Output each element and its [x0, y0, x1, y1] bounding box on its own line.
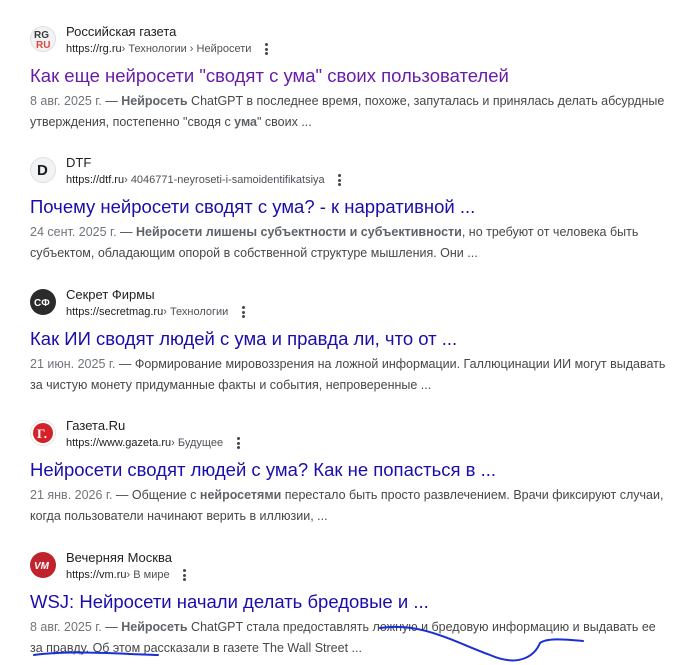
result-date: 8 авг. 2025 г.	[30, 620, 102, 634]
result-url: https://rg.ru › Технологии › Нейросети	[66, 43, 273, 55]
result-source[interactable]: RG RU Российская газета https://rg.ru › …	[30, 24, 670, 60]
rg-logo-icon: RG RU	[30, 26, 56, 52]
breadcrumbs: › Технологии › Нейросети	[121, 43, 252, 55]
more-options-icon[interactable]	[236, 306, 250, 318]
site-name: Секрет Фирмы	[66, 287, 155, 302]
result-snippet: 8 авг. 2025 г. — Нейросеть ChatGPT стала…	[30, 620, 656, 655]
result-url: https://vm.ru › В мире	[66, 569, 192, 581]
result-url: https://www.gazeta.ru › Будущее	[66, 437, 245, 449]
breadcrumbs: › Будущее	[171, 437, 224, 449]
result-url: https://dtf.ru › 4046771-neyroseti-i-sam…	[66, 174, 347, 186]
site-name: Вечерняя Москва	[66, 550, 172, 565]
result-source[interactable]: D DTF https://dtf.ru › 4046771-neyroseti…	[30, 155, 670, 191]
svg-text:D: D	[37, 162, 48, 179]
dtf-logo-icon: D	[30, 157, 56, 183]
search-result: VM Вечерняя Москва https://vm.ru › В мир…	[30, 550, 670, 659]
result-title-link[interactable]: WSJ: Нейросети начали делать бредовые и …	[30, 589, 670, 615]
gazeta-logo-icon: Г.	[30, 420, 56, 446]
result-source[interactable]: СФ Секрет Фирмы https://secretmag.ru › Т…	[30, 287, 670, 323]
sf-logo-icon: СФ	[30, 289, 56, 315]
result-source[interactable]: Г. Газета.Ru https://www.gazeta.ru › Буд…	[30, 418, 670, 454]
result-snippet: 21 июн. 2025 г. — Формирование мировоззр…	[30, 357, 666, 392]
result-title-link[interactable]: Почему нейросети сводят с ума? - к нарра…	[30, 194, 670, 220]
site-name: Газета.Ru	[66, 418, 126, 433]
result-snippet: 21 янв. 2026 г. — Общение с нейросетями …	[30, 488, 664, 523]
svg-text:СФ: СФ	[34, 298, 50, 309]
vm-logo-icon: VM	[30, 552, 56, 578]
more-options-icon[interactable]	[259, 43, 273, 55]
site-name: DTF	[66, 155, 92, 170]
breadcrumbs: › 4046771-neyroseti-i-samoidentifikatsiy…	[124, 174, 325, 186]
result-date: 21 июн. 2025 г.	[30, 357, 116, 371]
more-options-icon[interactable]	[178, 569, 192, 581]
svg-text:VM: VM	[34, 561, 50, 572]
result-title-link[interactable]: Нейросети сводят людей с ума? Как не поп…	[30, 457, 670, 483]
search-result: RG RU Российская газета https://rg.ru › …	[30, 24, 670, 133]
breadcrumbs: › Технологии	[163, 306, 229, 318]
search-result: СФ Секрет Фирмы https://secretmag.ru › Т…	[30, 287, 670, 396]
result-title-link[interactable]: Как еще нейросети "сводят с ума" своих п…	[30, 63, 670, 89]
result-date: 24 сент. 2025 г.	[30, 225, 117, 239]
result-date: 8 авг. 2025 г.	[30, 94, 102, 108]
svg-text:Г.: Г.	[37, 426, 47, 441]
result-title-link[interactable]: Как ИИ сводят людей с ума и правда ли, ч…	[30, 326, 670, 352]
breadcrumbs: › В мире	[126, 569, 170, 581]
result-snippet: 24 сент. 2025 г. — Нейросети лишены субъ…	[30, 225, 639, 260]
svg-text:RU: RU	[36, 40, 50, 50]
more-options-icon[interactable]	[231, 437, 245, 449]
search-result: D DTF https://dtf.ru › 4046771-neyroseti…	[30, 155, 670, 264]
result-date: 21 янв. 2026 г.	[30, 488, 113, 502]
result-url: https://secretmag.ru › Технологии	[66, 306, 250, 318]
result-snippet: 8 авг. 2025 г. — Нейросеть ChatGPT в пос…	[30, 94, 665, 129]
result-source[interactable]: VM Вечерняя Москва https://vm.ru › В мир…	[30, 550, 670, 586]
more-options-icon[interactable]	[333, 174, 347, 186]
search-result: Г. Газета.Ru https://www.gazeta.ru › Буд…	[30, 418, 670, 527]
site-name: Российская газета	[66, 24, 177, 39]
